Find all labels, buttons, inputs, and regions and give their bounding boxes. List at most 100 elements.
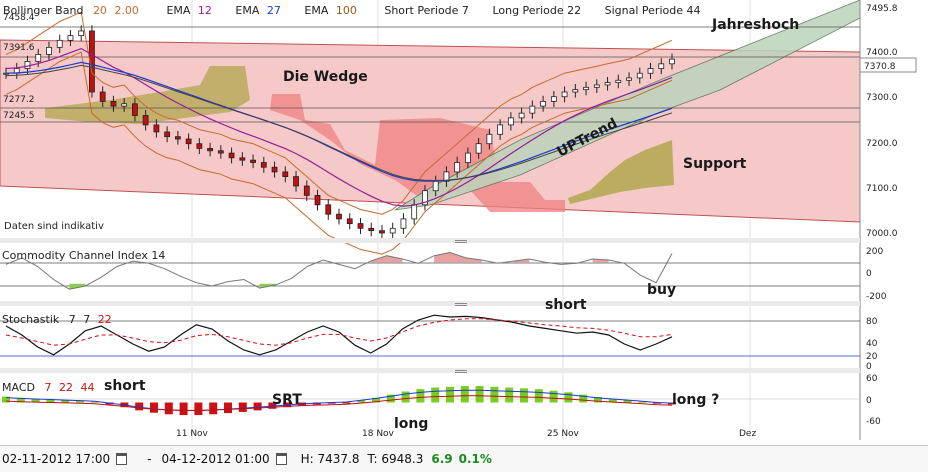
annotation-srt: SRT: [272, 392, 302, 408]
candle: [56, 39, 63, 48]
candle: [336, 213, 342, 220]
calendar-icon[interactable]: [275, 453, 287, 465]
macd-bar: [431, 387, 440, 403]
annotation-buy: buy: [647, 282, 676, 298]
macd-bar: [505, 387, 514, 403]
macd-bar: [564, 392, 573, 403]
y-tick: -60: [866, 417, 881, 427]
macd-bar: [179, 402, 188, 416]
candle: [142, 115, 149, 126]
legend-ema-label: EMA: [235, 4, 259, 17]
svg-text:MACD 7 22 44: MACD 7 22 44: [2, 381, 94, 394]
candle: [207, 148, 213, 152]
legend-signal-periode: Signal Periode 44: [605, 4, 701, 17]
annotation-jahreshoch: Jahreshoch: [711, 17, 799, 33]
high-value: H: 7437.8: [300, 452, 360, 466]
macd-bar: [194, 402, 203, 416]
macd-bar: [446, 386, 454, 403]
candle: [303, 185, 310, 196]
y-tick: 7000.0: [866, 229, 898, 239]
candle: [174, 136, 181, 140]
macd-bar: [224, 402, 232, 414]
legend-ema-label: EMA: [304, 4, 328, 17]
macd-panel: MACD 7 22 44 short SRT long long ? 60 0 …: [0, 374, 881, 432]
y-tick: 7300.0: [866, 93, 898, 103]
macd-bar: [401, 391, 410, 403]
y-tick: 40: [866, 339, 878, 349]
x-tick: 18 Nov: [362, 429, 395, 439]
candle: [132, 103, 138, 116]
candle: [636, 72, 643, 79]
candle: [46, 46, 52, 55]
candle: [121, 103, 128, 107]
candle: [260, 162, 267, 168]
change-pct: 0.1%: [458, 452, 492, 466]
annotation-short: short: [545, 297, 587, 313]
candle: [368, 227, 375, 232]
candle: [400, 218, 407, 229]
candle: [583, 86, 589, 91]
y-tick: 0: [866, 269, 872, 279]
y-tick: 7200.0: [866, 139, 898, 149]
macd-bar: [342, 402, 351, 404]
calendar-icon[interactable]: [116, 453, 128, 465]
y-tick: 80: [866, 317, 878, 327]
level-label: 7245.5: [3, 111, 35, 121]
macd-bar: [416, 389, 425, 403]
macd-bar: [460, 386, 469, 403]
candle: [346, 218, 353, 225]
candle: [357, 223, 364, 229]
candle: [465, 152, 471, 163]
candle: [293, 176, 299, 187]
macd-bar: [253, 402, 262, 411]
candle: [239, 157, 246, 161]
candle: [24, 61, 31, 69]
annotation-long-q: long ?: [672, 392, 719, 408]
candle: [185, 138, 192, 145]
legend-ema-label: EMA: [166, 4, 190, 17]
candle: [615, 79, 622, 84]
candle: [196, 143, 203, 149]
macd-bar: [549, 390, 558, 403]
candle: [647, 68, 654, 74]
candle: [271, 166, 278, 173]
x-tick: Dez: [739, 429, 756, 439]
candle: [217, 150, 224, 154]
candle: [99, 91, 106, 102]
cci-panel: Commodity Channel Index 14 buy 200 0 -20…: [0, 247, 887, 302]
macd-bar: [520, 388, 528, 403]
legend-bollinger-param: 20: [93, 4, 107, 17]
candle: [78, 30, 85, 37]
legend-ema-period: 12: [198, 4, 212, 17]
legend-bollinger-param: 2.00: [114, 4, 139, 17]
candle: [35, 54, 42, 62]
y-tick: 0: [866, 396, 872, 406]
candle: [497, 124, 504, 135]
candle: [626, 77, 632, 81]
candle: [432, 180, 439, 192]
range-separator: -: [147, 452, 152, 466]
x-tick: 25 Nov: [547, 429, 580, 439]
candle: [454, 162, 461, 173]
candle: [164, 131, 171, 138]
macd-bar: [164, 402, 173, 415]
y-tick: -200: [866, 292, 887, 302]
candle: [550, 96, 557, 102]
candle: [561, 91, 568, 98]
x-tick: 11 Nov: [176, 429, 209, 439]
candle: [250, 159, 256, 163]
legend-ema-period: 100: [336, 4, 357, 17]
annotation-support: Support: [683, 156, 747, 172]
candle: [411, 204, 418, 220]
range-start: 02-11-2012 17:00: [2, 452, 111, 466]
candle: [604, 82, 611, 86]
legend-long-periode: Long Periode 22: [492, 4, 581, 17]
macd-bar: [475, 386, 484, 403]
candle: [282, 171, 289, 178]
change-abs: 6.9: [431, 452, 453, 466]
x-axis: 11 Nov 18 Nov 25 Nov Dez: [176, 429, 756, 439]
status-bar: 02-11-2012 17:00 - 04-12-2012 01:00 H: 7…: [0, 445, 928, 472]
y-tick: 20: [866, 352, 878, 362]
candle: [572, 89, 579, 93]
chart-area: 7458.4 7391.6 7277.2 7245.5 Jahreshoch D…: [0, 0, 917, 440]
